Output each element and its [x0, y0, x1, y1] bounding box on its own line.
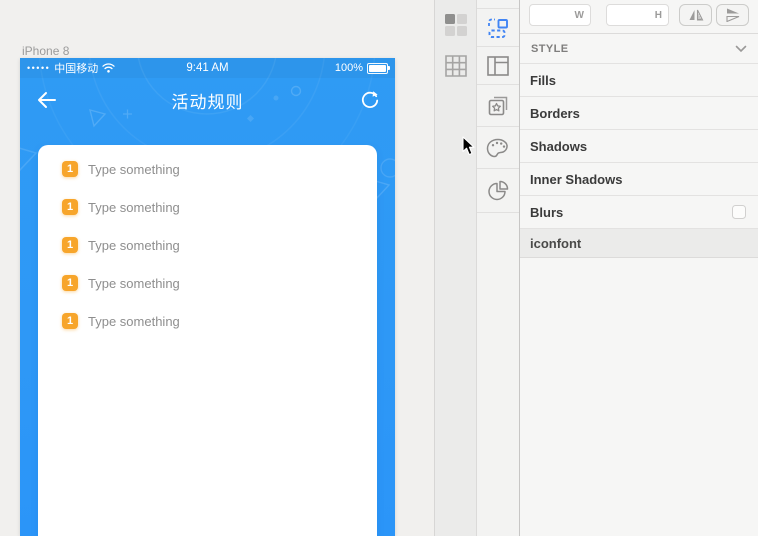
rules-card: 1 Type something 1 Type something 1 Type… — [38, 145, 377, 536]
pie-chart-icon — [488, 180, 509, 200]
number-badge: 1 — [62, 199, 78, 215]
palette-icon — [486, 138, 508, 157]
components-view-icon[interactable] — [445, 14, 467, 36]
list-item-label: Type something — [88, 199, 180, 215]
style-sections-list: Fills Borders Shadows Inner Shadows Blur… — [520, 63, 758, 258]
section-inner-shadows[interactable]: Inner Shadows — [520, 163, 758, 196]
nav-bar: 活动规则 — [20, 78, 395, 122]
list-item-label: Type something — [88, 275, 180, 291]
iphone8-artboard[interactable]: ••••• 中国移动 9:41 AM 100% 活动规则 1 Type some… — [20, 58, 395, 536]
width-field[interactable]: W — [529, 4, 591, 26]
list-item[interactable]: 1 Type something — [38, 188, 377, 226]
list-item[interactable]: 1 Type something — [38, 302, 377, 340]
library-star-icon — [488, 96, 508, 115]
list-item[interactable]: 1 Type something — [38, 264, 377, 302]
design-canvas[interactable]: iPhone 8 ••••• 中国移动 9:41 AM 100% 活动规则 1 … — [0, 0, 434, 536]
style-section-header[interactable]: STYLE — [520, 34, 758, 63]
section-label: Shadows — [530, 138, 588, 154]
tab-palette[interactable] — [477, 127, 519, 169]
tab-chart[interactable] — [477, 169, 519, 213]
battery-block: 100% — [334, 62, 390, 74]
tab-resize-selected[interactable] — [477, 8, 519, 47]
signal-dots-icon: ••••• — [27, 63, 51, 73]
back-arrow-icon[interactable] — [36, 90, 57, 110]
refresh-icon[interactable] — [360, 90, 380, 110]
plugin-tab-bar — [476, 0, 519, 536]
carrier-label: 中国移动 — [54, 63, 99, 75]
number-badge: 1 — [62, 313, 78, 329]
battery-icon — [367, 62, 390, 74]
height-input[interactable] — [607, 8, 655, 22]
grid-view-icon[interactable] — [445, 55, 467, 77]
battery-percent-label: 100% — [334, 62, 363, 74]
section-label: Borders — [530, 105, 580, 121]
iconfont-section[interactable]: iconfont — [520, 229, 758, 258]
flip-horizontal-button[interactable] — [679, 4, 712, 26]
wifi-icon — [102, 63, 115, 73]
number-badge: 1 — [62, 275, 78, 291]
section-blurs[interactable]: Blurs — [520, 196, 758, 229]
plugin-side-strip — [434, 0, 476, 536]
style-header-label: STYLE — [531, 42, 569, 55]
flip-vertical-button[interactable] — [716, 4, 749, 26]
chevron-down-icon — [735, 45, 747, 52]
section-shadows[interactable]: Shadows — [520, 130, 758, 163]
page-title: 活动规则 — [171, 92, 244, 112]
width-input[interactable] — [530, 8, 575, 22]
list-item[interactable]: 1 Type something — [38, 226, 377, 264]
tab-library[interactable] — [477, 85, 519, 127]
section-label: Fills — [530, 72, 557, 88]
number-badge: 1 — [62, 161, 78, 177]
iconfont-label: iconfont — [530, 235, 582, 251]
list-item-label: Type something — [88, 313, 180, 329]
section-borders[interactable]: Borders — [520, 97, 758, 130]
height-field[interactable]: H — [606, 4, 669, 26]
list-item[interactable]: 1 Type something — [38, 150, 377, 188]
list-item-label: Type something — [88, 237, 180, 253]
section-fills[interactable]: Fills — [520, 64, 758, 97]
layout-icon — [487, 55, 509, 76]
number-badge: 1 — [62, 237, 78, 253]
blurs-checkbox[interactable] — [732, 205, 746, 219]
flip-vertical-icon — [725, 8, 739, 22]
list-item-label: Type something — [88, 161, 180, 177]
artboard-title[interactable]: iPhone 8 — [22, 44, 69, 58]
inspector-panel: W H STYLE Fills Borders Shadows Inner Sh… — [519, 0, 758, 536]
width-unit-label: W — [574, 9, 584, 21]
resize-icon — [488, 18, 508, 38]
status-bar: ••••• 中国移动 9:41 AM 100% — [20, 58, 395, 78]
flip-horizontal-icon — [689, 9, 703, 21]
tab-layout[interactable] — [477, 47, 519, 85]
carrier-block: ••••• 中国移动 — [27, 60, 115, 76]
section-label: Blurs — [530, 204, 564, 220]
height-unit-label: H — [654, 9, 662, 21]
section-label: Inner Shadows — [530, 171, 623, 187]
